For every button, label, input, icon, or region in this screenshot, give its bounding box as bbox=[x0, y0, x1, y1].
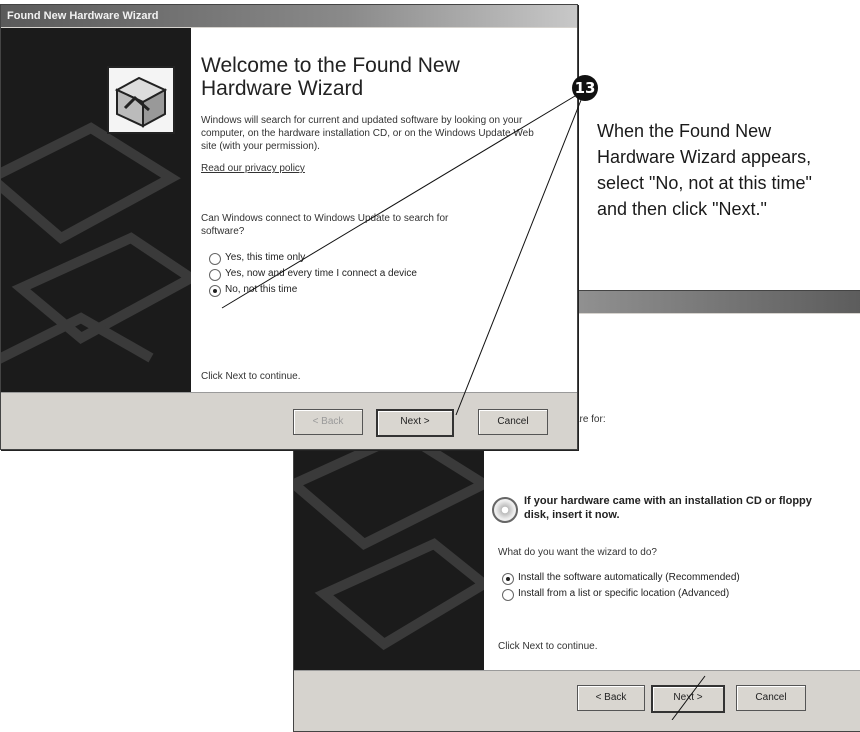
cd-icon bbox=[492, 497, 518, 523]
radio-button-on[interactable] bbox=[502, 573, 514, 585]
radio-button-off[interactable] bbox=[209, 253, 221, 265]
footer-text: Click Next to continue. bbox=[201, 371, 301, 382]
intro-text: Windows will search for current and upda… bbox=[201, 115, 534, 152]
footer-text: Click Next to continue. bbox=[498, 641, 598, 652]
radio-label: Yes, now and every time I connect a devi… bbox=[225, 268, 417, 279]
radio-install-from-list[interactable]: Install from a list or specific location… bbox=[500, 586, 860, 602]
update-options: Yes, this time only Yes, now and every t… bbox=[207, 250, 547, 298]
wizard-dialog-front: Found New Hardware Wizard Welcome to the… bbox=[0, 4, 578, 450]
radio-label: Install from a list or specific location… bbox=[518, 588, 730, 599]
instruction-callout: When the Found New Hardware Wizard appea… bbox=[597, 118, 812, 222]
radio-label: Yes, this time only bbox=[225, 252, 306, 263]
cd-notice: If your hardware came with an installati… bbox=[524, 495, 812, 521]
radio-no-not-this-time[interactable]: No, not this time bbox=[207, 282, 547, 298]
cancel-button[interactable]: Cancel bbox=[478, 409, 548, 435]
button-bar: < Back Next > Cancel bbox=[294, 670, 860, 731]
hardware-wizard-icon bbox=[107, 66, 175, 134]
dialog-titlebar[interactable]: Found New Hardware Wizard bbox=[1, 5, 577, 27]
radio-button-off[interactable] bbox=[502, 589, 514, 601]
next-button[interactable]: Next > bbox=[651, 685, 725, 713]
instruction-line: When the Found New bbox=[597, 121, 772, 141]
wizard-side-graphic bbox=[1, 28, 191, 392]
wizard-question: Can Windows connect to Windows Update to… bbox=[201, 213, 449, 237]
cancel-button[interactable]: Cancel bbox=[736, 685, 806, 711]
next-button[interactable]: Next > bbox=[376, 409, 454, 437]
step-number-badge: 13 bbox=[572, 75, 598, 101]
radio-label: Install the software automatically (Reco… bbox=[518, 572, 740, 583]
back-button[interactable]: < Back bbox=[577, 685, 645, 711]
instruction-line: and then click "Next." bbox=[597, 199, 767, 219]
instruction-line: select "No, not at this time" bbox=[597, 173, 812, 193]
radio-button-off[interactable] bbox=[209, 269, 221, 281]
radio-label: No, not this time bbox=[225, 284, 298, 295]
radio-install-automatically[interactable]: Install the software automatically (Reco… bbox=[500, 570, 860, 586]
radio-yes-this-time[interactable]: Yes, this time only bbox=[207, 250, 547, 266]
instruction-line: Hardware Wizard appears, bbox=[597, 147, 812, 167]
back-button[interactable]: < Back bbox=[293, 409, 363, 435]
radio-button-on[interactable] bbox=[209, 285, 221, 297]
button-bar: < Back Next > Cancel bbox=[1, 392, 577, 449]
radio-yes-every-time[interactable]: Yes, now and every time I connect a devi… bbox=[207, 266, 547, 282]
privacy-link[interactable]: Read our privacy policy bbox=[201, 162, 305, 175]
wizard-question: What do you want the wizard to do? bbox=[498, 547, 657, 558]
hardware-box-graphic bbox=[114, 76, 168, 128]
wizard-content-front: Welcome to the Found New Hardware Wizard… bbox=[191, 28, 577, 392]
wizard-heading: Welcome to the Found New Hardware Wizard bbox=[201, 54, 460, 100]
install-options: Install the software automatically (Reco… bbox=[500, 570, 860, 602]
